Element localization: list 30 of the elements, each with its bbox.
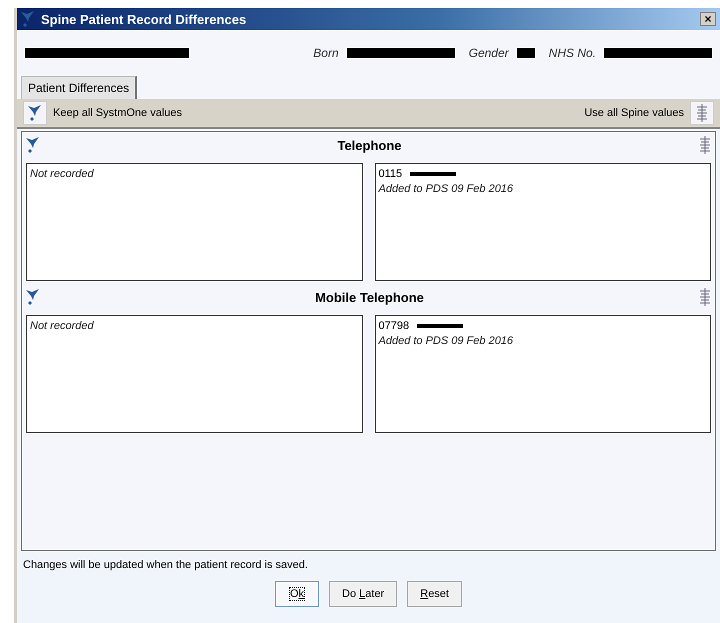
toolbar-label: Use all Spine values [584,107,684,119]
spine-value-box[interactable]: 0115 Added to PDS 09 Feb 2016 [374,163,711,281]
value-note: Added to PDS 09 Feb 2016 [378,335,514,347]
phone-number: 0115 [378,168,402,180]
section-title: Telephone [337,138,402,152]
local-value-box[interactable]: Not recorded [26,163,362,281]
toolbar-label: Keep all SystmOne values [53,107,182,119]
field-label: NHS No. [548,46,596,60]
field-label: Born [313,46,339,60]
spine-icon[interactable] [699,288,711,306]
spine-icon[interactable] [699,136,711,154]
field-label: Gender [468,46,509,60]
tab[interactable]: Patient Differences [21,76,138,99]
funnel-icon[interactable] [26,137,40,153]
dialog-button[interactable]: Ok [275,581,320,607]
window-title: Spine Patient Record Differences [41,12,248,26]
local-value-box[interactable]: Not recorded [26,315,362,433]
funnel-icon[interactable] [26,289,40,305]
value-text: Not recorded [30,168,94,180]
section-title: Mobile Telephone [315,290,424,304]
spine-icon[interactable] [696,104,708,122]
value-text: Not recorded [30,320,94,332]
funnel-icon[interactable] [28,105,42,121]
dialog-button[interactable]: Do Later [329,581,398,607]
spine-value-box[interactable]: 07798 Added to PDS 09 Feb 2016 [374,315,711,433]
dialog-button[interactable]: Reset [407,581,462,607]
phone-number: 07798 [378,320,410,332]
value-note: Added to PDS 09 Feb 2016 [378,183,514,195]
close-button[interactable]: × [700,12,716,26]
footer-message: Changes will be updated when the patient record is saved. [23,559,309,571]
